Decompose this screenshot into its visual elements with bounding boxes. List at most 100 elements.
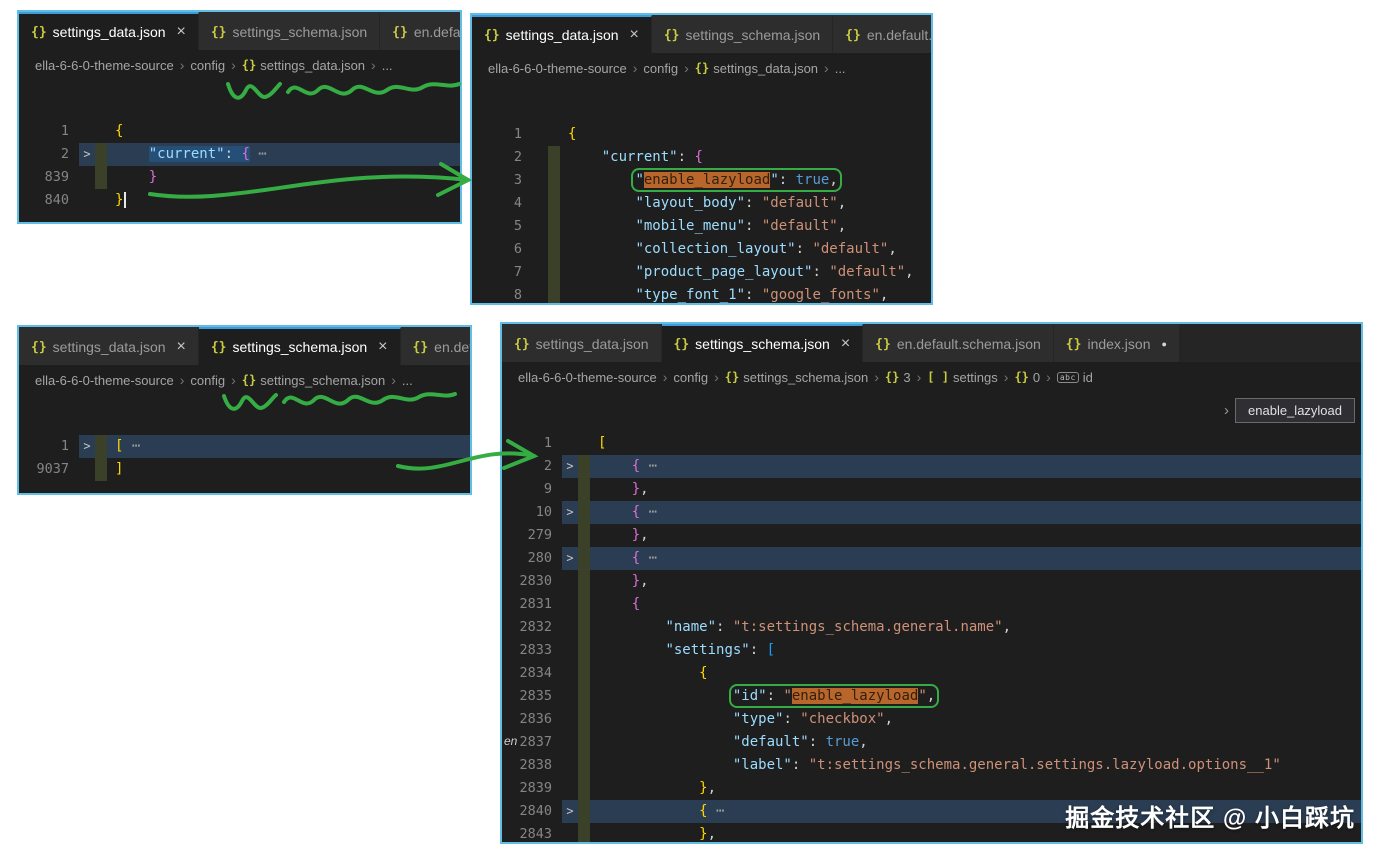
tab-en-default-schema-json[interactable]: {} en.default.schema.json [833,15,931,53]
close-icon[interactable]: × [177,24,186,40]
fold-chevron-icon [532,123,548,146]
tab-en-default-schema-json[interactable]: {} en.default.schema.json [380,12,460,50]
line-number[interactable]: 2835 [502,685,562,708]
tab-en-default-schema-json[interactable]: {} en.default.schema.json [400,327,470,365]
breadcrumb-item[interactable]: ella-6-6-0-theme-source [35,373,174,388]
line-body: "collection_layout": "default", [532,238,931,261]
line-number[interactable]: 10 [502,501,562,524]
breadcrumb-item[interactable]: {} settings_schema.json [242,373,385,388]
code-token: : [749,642,767,658]
code-token: , [926,688,936,704]
fold-chevron-icon[interactable]: > [79,435,95,458]
close-icon[interactable]: × [378,339,387,355]
breadcrumb-item[interactable]: [ ] settings [927,370,998,385]
fold-chevron-icon[interactable]: > [562,547,578,570]
line-number[interactable]: 2834 [502,662,562,685]
line-number[interactable]: 280 [502,547,562,570]
breadcrumb-item[interactable]: {} 3 [885,370,911,385]
line-number[interactable]: 2832 [502,616,562,639]
line-body: { [562,662,1361,685]
code-token: } [115,192,124,208]
code-line: 2831 { [502,593,1361,616]
breadcrumb-item[interactable]: {} settings_schema.json [725,370,868,385]
chevron-right-icon: › [1224,402,1230,419]
tab-settings-data-json[interactable]: {} settings_data.json × [19,327,199,365]
breadcrumb-item[interactable]: ... [402,373,413,388]
line-number[interactable]: 2838 [502,754,562,777]
code-token: " [770,172,779,188]
line-number[interactable]: 5 [472,215,532,238]
line-number[interactable]: 2843 [502,823,562,842]
line-number[interactable]: 3 [472,169,532,192]
fold-chevron-icon[interactable]: > [562,501,578,524]
fold-chevron-icon[interactable]: > [79,143,95,166]
line-number[interactable]: 2836 [502,708,562,731]
breadcrumb-item[interactable]: abc id [1056,370,1093,385]
breadcrumb-item[interactable]: ella-6-6-0-theme-source [488,61,627,76]
close-icon[interactable]: × [177,339,186,355]
line-number[interactable]: 2833 [502,639,562,662]
close-icon[interactable]: × [630,27,639,43]
breadcrumb-item[interactable]: {} settings_data.json [242,58,365,73]
code-token: , [640,481,649,497]
line-number[interactable]: 6 [472,238,532,261]
line-number[interactable]: 2 [19,143,79,166]
line-number[interactable]: 9 [502,478,562,501]
tab-en-default-schema-json[interactable]: {} en.default.schema.json [863,324,1054,362]
fold-chevron-icon [532,215,548,238]
breadcrumb-item[interactable]: ella-6-6-0-theme-source [35,58,174,73]
tab-settings-schema-json[interactable]: {} settings_schema.json × [198,327,401,365]
tab-label: settings_data.json [52,339,166,355]
close-icon[interactable]: × [841,336,850,352]
tab-settings-schema-json[interactable]: {} settings_schema.json [651,15,834,53]
line-number[interactable]: 279 [502,524,562,547]
code-line: 7 "product_page_layout": "default", [472,261,931,284]
breadcrumb-item[interactable]: ella-6-6-0-theme-source [518,370,657,385]
breadcrumb-item[interactable]: {} settings_data.json [695,61,818,76]
code-line: 839 } [19,166,460,189]
tab-settings-data-json[interactable]: {} settings_data.json × [472,15,652,53]
tab-index-json[interactable]: {} index.json ● [1053,324,1180,362]
line-number[interactable]: 1 [19,120,79,143]
fold-chevron-icon[interactable]: > [562,455,578,478]
line-number[interactable]: 1 [472,123,532,146]
breadcrumb-separator-icon: › [662,369,668,385]
tab-settings-data-json[interactable]: {} settings_data.json [502,324,662,362]
line-number[interactable]: 2830 [502,570,562,593]
code-area: 1{2 "current": {3 "enable_lazyload": tru… [472,83,931,303]
breadcrumb-separator-icon: › [684,60,689,76]
code-token: , [905,264,914,280]
editor-panel-top-right: {} settings_data.json ×{} settings_schema.j… [470,13,933,305]
code-token: , [859,734,868,750]
code-text: }, [590,570,649,593]
line-number[interactable]: 2839 [502,777,562,800]
breadcrumb-item[interactable]: config [190,373,225,388]
breadcrumb-item[interactable]: {} 0 [1014,370,1040,385]
line-number[interactable]: 2840 [502,800,562,823]
fold-chevron-icon[interactable]: > [562,800,578,823]
line-number[interactable]: 1 [502,432,562,455]
line-number[interactable]: 2831 [502,593,562,616]
line-number[interactable]: 2 [472,146,532,169]
line-number[interactable]: 840 [19,189,79,212]
breadcrumb-item[interactable]: ... [835,61,846,76]
line-number[interactable]: 2 [502,455,562,478]
tab-settings-data-json[interactable]: {} settings_data.json × [19,12,199,50]
symbol-picker-input[interactable]: enable_lazyload [1235,398,1355,423]
line-number[interactable]: 7 [472,261,532,284]
code-token: { [631,504,641,520]
breadcrumb-item[interactable]: config [190,58,225,73]
breadcrumb-item[interactable]: config [643,61,678,76]
tab-settings-schema-json[interactable]: {} settings_schema.json × [661,324,864,362]
tab-settings-schema-json[interactable]: {} settings_schema.json [198,12,381,50]
line-number[interactable]: 839 [19,166,79,189]
line-number[interactable]: 9037 [19,458,79,481]
breadcrumb-item[interactable]: ... [382,58,393,73]
line-number[interactable]: 4 [472,192,532,215]
line-number[interactable]: 8 [472,284,532,303]
line-number[interactable]: 1 [19,435,79,458]
breadcrumb: ella-6-6-0-theme-source › config ›{} setting… [502,362,1361,392]
breadcrumb-item[interactable]: config [673,370,708,385]
